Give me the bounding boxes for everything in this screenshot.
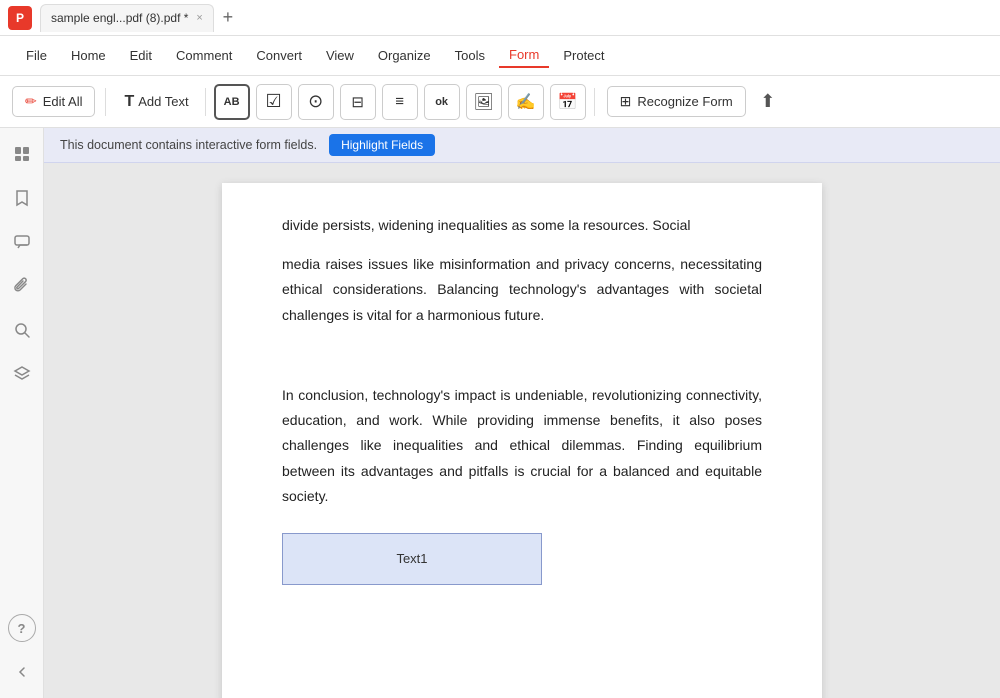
sidebar-collapse-icon[interactable] xyxy=(8,658,36,686)
menu-item-organize[interactable]: Organize xyxy=(368,44,441,67)
app-icon: P xyxy=(8,6,32,30)
recognize-form-label: Recognize Form xyxy=(637,94,732,109)
menu-item-edit[interactable]: Edit xyxy=(120,44,162,67)
form-field-label: Text1 xyxy=(396,547,427,570)
radio-icon: ⊙ xyxy=(308,91,323,112)
upload-button[interactable]: ⬆ xyxy=(752,86,784,118)
form-field-container: Text1 xyxy=(282,533,762,585)
checkbox-icon: ☑ xyxy=(266,91,282,112)
sidebar-icon-help[interactable]: ? xyxy=(8,614,36,642)
tab-label: sample engl...pdf (8).pdf * xyxy=(51,11,188,25)
menu-bar: File Home Edit Comment Convert View Orga… xyxy=(0,36,1000,76)
edit-all-label: Edit All xyxy=(43,94,83,109)
ok-button[interactable]: ok xyxy=(424,84,460,120)
menu-item-protect[interactable]: Protect xyxy=(553,44,614,67)
left-sidebar: ? xyxy=(0,128,44,698)
menu-item-convert[interactable]: Convert xyxy=(246,44,312,67)
signature-button[interactable]: ✍ xyxy=(508,84,544,120)
paragraph-spacer xyxy=(282,344,762,369)
menu-item-form[interactable]: Form xyxy=(499,43,549,68)
menu-item-view[interactable]: View xyxy=(316,44,364,67)
text-form-field[interactable]: Text1 xyxy=(282,533,542,585)
sidebar-icon-search[interactable] xyxy=(8,316,36,344)
image-field-icon: 🖼 xyxy=(473,92,493,112)
notification-message: This document contains interactive form … xyxy=(60,138,317,152)
dropdown-icon: ⊟ xyxy=(351,93,364,111)
new-tab-button[interactable]: + xyxy=(216,6,240,30)
date-icon: 📅 xyxy=(558,92,578,112)
content-area[interactable]: This document contains interactive form … xyxy=(44,128,1000,698)
pdf-page: divide persists, widening inequalities a… xyxy=(222,183,822,698)
sidebar-icon-attachments[interactable] xyxy=(8,272,36,300)
ok-icon: ok xyxy=(435,96,448,108)
main-layout: ? This document contains interactive for… xyxy=(0,128,1000,698)
document-tab[interactable]: sample engl...pdf (8).pdf * × xyxy=(40,4,214,32)
sidebar-icon-bookmarks[interactable] xyxy=(8,184,36,212)
notification-bar: This document contains interactive form … xyxy=(44,128,1000,163)
partial-paragraph: divide persists, widening inequalities a… xyxy=(282,213,762,238)
partial-line-text: divide persists, widening inequalities a… xyxy=(282,217,691,233)
toolbar-separator-2 xyxy=(594,88,595,116)
recognize-form-icon: ⊞ xyxy=(620,93,632,110)
image-field-button[interactable]: 🖼 xyxy=(466,84,502,120)
sidebar-icon-pages[interactable] xyxy=(8,140,36,168)
menu-item-home[interactable]: Home xyxy=(61,44,116,67)
text-icon: T xyxy=(124,93,134,111)
listbox-icon: ≡ xyxy=(395,93,404,110)
paragraph-1: media raises issues like misinformation … xyxy=(282,252,762,328)
add-text-button[interactable]: T Add Text xyxy=(116,89,196,115)
title-bar: P sample engl...pdf (8).pdf * × + xyxy=(0,0,1000,36)
recognize-form-button[interactable]: ⊞ Recognize Form xyxy=(607,86,746,117)
pdf-content: divide persists, widening inequalities a… xyxy=(282,213,762,585)
radio-button[interactable]: ⊙ xyxy=(298,84,334,120)
menu-item-tools[interactable]: Tools xyxy=(445,44,495,67)
date-button[interactable]: 📅 xyxy=(550,84,586,120)
sidebar-icon-comments[interactable] xyxy=(8,228,36,256)
close-tab-icon[interactable]: × xyxy=(196,12,202,24)
toolbar-divider-1 xyxy=(105,88,106,116)
signature-icon: ✍ xyxy=(516,92,536,112)
checkbox-button[interactable]: ☑ xyxy=(256,84,292,120)
pencil-icon: ✏ xyxy=(25,93,37,110)
listbox-button[interactable]: ≡ xyxy=(382,84,418,120)
sidebar-icon-layers[interactable] xyxy=(8,360,36,388)
menu-item-file[interactable]: File xyxy=(16,44,57,67)
toolbar: ✏ Edit All T Add Text AB ☑ ⊙ ⊟ ≡ ok 🖼 ✍ … xyxy=(0,76,1000,128)
menu-item-comment[interactable]: Comment xyxy=(166,44,242,67)
dropdown-button[interactable]: ⊟ xyxy=(340,84,376,120)
toolbar-separator-1 xyxy=(205,88,206,116)
text-field-icon: AB xyxy=(224,96,240,108)
paragraph-2: In conclusion, technology's impact is un… xyxy=(282,383,762,509)
highlight-fields-button[interactable]: Highlight Fields xyxy=(329,134,435,156)
upload-icon: ⬆ xyxy=(760,91,775,112)
tab-bar: sample engl...pdf (8).pdf * × + xyxy=(40,4,992,32)
text-field-button[interactable]: AB xyxy=(214,84,250,120)
add-text-label: Add Text xyxy=(138,94,188,109)
edit-all-button[interactable]: ✏ Edit All xyxy=(12,86,95,117)
